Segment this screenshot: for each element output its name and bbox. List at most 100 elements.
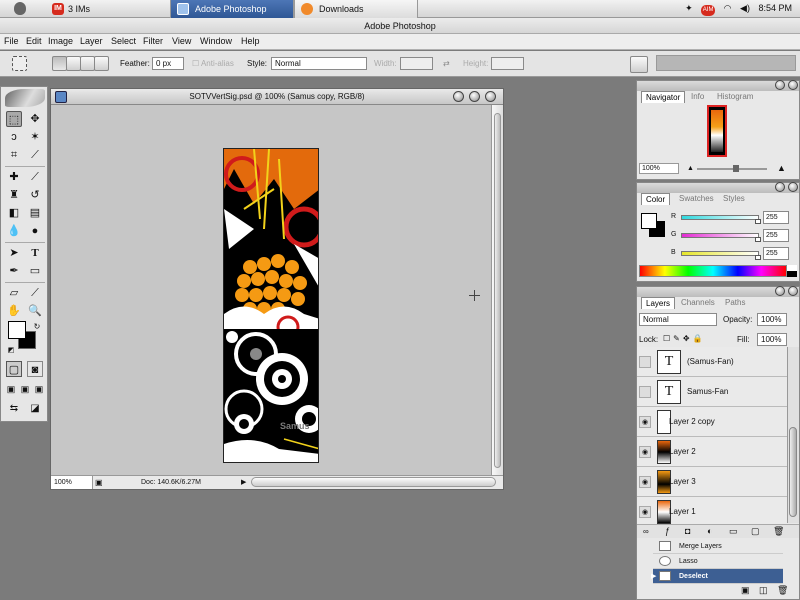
tab-channels[interactable]: Channels	[677, 297, 719, 309]
add-selection-icon[interactable]	[66, 56, 81, 71]
layers-scroll-thumb[interactable]	[789, 427, 797, 517]
layer-style-icon[interactable]: ƒ	[665, 526, 670, 536]
rect-marquee-tool-icon[interactable]: ⬚	[6, 111, 22, 127]
navigator-zoom-field[interactable]: 100%	[639, 163, 679, 174]
canvas-area[interactable]: Samus	[51, 105, 491, 475]
eye-icon[interactable]: ◉	[639, 506, 651, 518]
new-document-icon[interactable]: ▣	[741, 585, 750, 596]
menu-edit[interactable]: Edit	[26, 36, 42, 46]
os-tab-downloads[interactable]: Downloads	[294, 0, 418, 18]
palette-close-button[interactable]	[788, 286, 798, 296]
tab-color[interactable]: Color	[641, 193, 671, 205]
volume-icon[interactable]: ◀)	[740, 3, 750, 13]
red-slider-knob[interactable]	[755, 219, 761, 224]
navigator-zoom-knob[interactable]	[733, 165, 739, 172]
palette-titlebar[interactable]	[637, 286, 799, 297]
jump-to-imageready-icon[interactable]: ⇆	[6, 401, 22, 417]
blur-tool-icon[interactable]: 💧	[6, 223, 22, 239]
layer-row[interactable]: T Samus-Fan	[637, 377, 787, 407]
eyedropper-tool-icon[interactable]: ⟋	[27, 285, 43, 301]
tab-histogram[interactable]: Histogram	[713, 91, 757, 103]
eraser-tool-icon[interactable]: ◧	[6, 205, 22, 221]
green-value[interactable]: 255	[763, 229, 789, 242]
tab-info[interactable]: Info	[687, 91, 708, 103]
blend-mode-select[interactable]: Normal	[639, 313, 717, 326]
tab-swatches[interactable]: Swatches	[675, 193, 718, 205]
ims-count[interactable]: 3 IMs	[68, 4, 90, 14]
visibility-toggle[interactable]	[639, 386, 651, 398]
layer-row[interactable]: ◉ Layer 2	[637, 437, 787, 467]
palette-well-icon[interactable]	[630, 56, 648, 73]
zoom-tool-icon[interactable]: 🔍	[27, 303, 43, 319]
foreground-color-swatch[interactable]	[8, 321, 26, 339]
crop-tool-icon[interactable]: ⌗	[6, 147, 22, 163]
bluetooth-icon[interactable]: ✦	[685, 3, 693, 13]
color-foreground-swatch[interactable]	[641, 213, 657, 229]
marquee-preset-icon[interactable]	[12, 56, 27, 71]
black-white-picker[interactable]	[787, 265, 797, 277]
move-tool-icon[interactable]: ✥	[27, 111, 43, 127]
swap-colors-icon[interactable]: ↻	[29, 319, 45, 335]
notes-tool-icon[interactable]: ▱	[6, 285, 22, 301]
fill-input[interactable]: 100%	[757, 333, 787, 346]
history-state-slider-icon[interactable]: ▶	[651, 572, 656, 580]
layers-scrollbar[interactable]	[787, 347, 799, 523]
link-icon[interactable]: ∞	[643, 527, 649, 536]
layer-row[interactable]: ◉ Layer 2 copy	[637, 407, 787, 437]
intersect-selection-icon[interactable]	[94, 56, 109, 71]
status-menu-arrow-icon[interactable]: ▶	[241, 476, 246, 489]
close-button[interactable]	[485, 91, 496, 102]
slice-tool-icon[interactable]: ⟋	[27, 147, 43, 163]
antialias-checkbox[interactable]: ☐ Anti-alias	[192, 59, 234, 68]
document-proxy-icon[interactable]	[55, 91, 67, 103]
pen-tool-icon[interactable]: ✒	[6, 263, 22, 279]
menu-image[interactable]: Image	[48, 36, 73, 46]
shape-tool-icon[interactable]: ▭	[27, 263, 43, 279]
new-snapshot-icon[interactable]: ◫	[759, 585, 768, 596]
horizontal-scrollbar[interactable]	[251, 477, 496, 487]
layer-row[interactable]: ◉ Layer 1	[637, 497, 787, 527]
eye-icon[interactable]: ◉	[639, 446, 651, 458]
layer-mask-icon[interactable]: ◘	[685, 526, 690, 536]
history-state-selected[interactable]: Deselect	[653, 569, 783, 584]
navigator-zoom-slider[interactable]	[697, 168, 767, 170]
zoom-button[interactable]	[469, 91, 480, 102]
green-slider[interactable]	[681, 233, 759, 238]
layer-row[interactable]: T (Samus-Fan)	[637, 347, 787, 377]
green-slider-knob[interactable]	[755, 237, 761, 242]
vertical-scrollbar[interactable]	[491, 105, 503, 475]
screen-mode-full-icon[interactable]: ▣	[31, 381, 47, 397]
navigator-view-box[interactable]	[707, 105, 727, 157]
blue-value[interactable]: 255	[763, 247, 789, 260]
layer-set-icon[interactable]: ▭	[729, 526, 738, 537]
status-preview-icon[interactable]: ▣	[95, 476, 103, 489]
apple-logo-icon[interactable]	[14, 2, 26, 15]
palette-minimize-button[interactable]	[775, 286, 785, 296]
zoom-field[interactable]: 100%	[51, 476, 93, 489]
red-slider[interactable]	[681, 215, 759, 220]
menu-layer[interactable]: Layer	[80, 36, 103, 46]
eye-icon[interactable]: ◉	[639, 476, 651, 488]
magic-wand-tool-icon[interactable]: ✶	[27, 129, 43, 145]
eye-icon[interactable]: ◉	[639, 416, 651, 428]
layer-row[interactable]: ◉ Layer 3	[637, 467, 787, 497]
history-brush-tool-icon[interactable]: ↺	[27, 187, 43, 203]
menu-select[interactable]: Select	[111, 36, 136, 46]
new-selection-icon[interactable]	[52, 56, 67, 71]
type-tool-icon[interactable]: T	[27, 245, 43, 261]
hand-tool-icon[interactable]: ✋	[6, 303, 22, 319]
history-state[interactable]: Merge Layers	[653, 539, 783, 554]
menu-file[interactable]: File	[4, 36, 19, 46]
style-select[interactable]: Normal	[271, 57, 367, 70]
visibility-toggle[interactable]	[639, 356, 651, 368]
path-selection-tool-icon[interactable]: ➤	[6, 245, 22, 261]
palette-close-button[interactable]	[788, 80, 798, 90]
swap-icon[interactable]: ⇄	[443, 59, 450, 68]
trash-icon[interactable]: 🗑	[773, 526, 784, 537]
tab-paths[interactable]: Paths	[721, 297, 749, 309]
clock[interactable]: 8:54 PM	[758, 3, 792, 13]
new-layer-icon[interactable]: ▢	[751, 526, 760, 537]
tab-styles[interactable]: Styles	[719, 193, 749, 205]
default-colors-icon[interactable]: ◩	[3, 343, 19, 359]
opacity-input[interactable]: 100%	[757, 313, 787, 326]
